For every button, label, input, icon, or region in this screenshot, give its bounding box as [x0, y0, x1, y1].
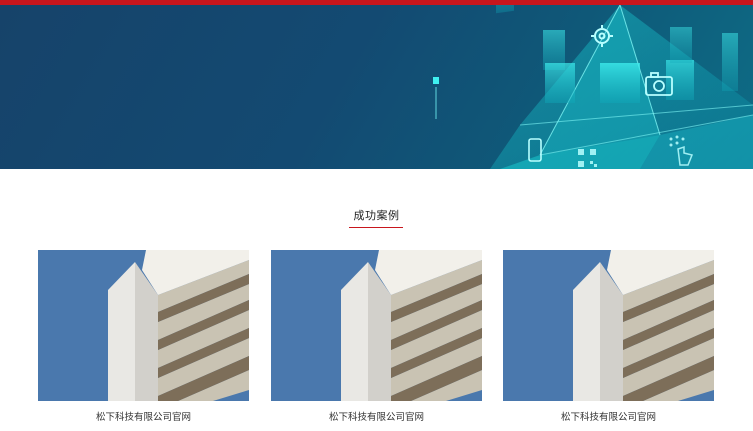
case-title[interactable]: 松下科技有限公司官网 — [503, 409, 714, 423]
case-title[interactable]: 松下科技有限公司官网 — [38, 409, 249, 423]
case-title[interactable]: 松下科技有限公司官网 — [271, 409, 482, 423]
case-card[interactable]: 松下科技有限公司官网 — [503, 250, 714, 423]
hero-indicator — [433, 77, 439, 84]
case-card[interactable]: 松下科技有限公司官网 — [38, 250, 249, 423]
hero-banner — [0, 5, 753, 169]
hero-illustration — [433, 5, 753, 169]
case-thumbnail[interactable] — [503, 250, 714, 401]
title-underline — [349, 227, 403, 228]
case-card[interactable]: 松下科技有限公司官网 — [271, 250, 482, 423]
section-title: 成功案例 — [353, 209, 400, 222]
case-thumbnail[interactable] — [38, 250, 249, 401]
case-thumbnail[interactable] — [271, 250, 482, 401]
